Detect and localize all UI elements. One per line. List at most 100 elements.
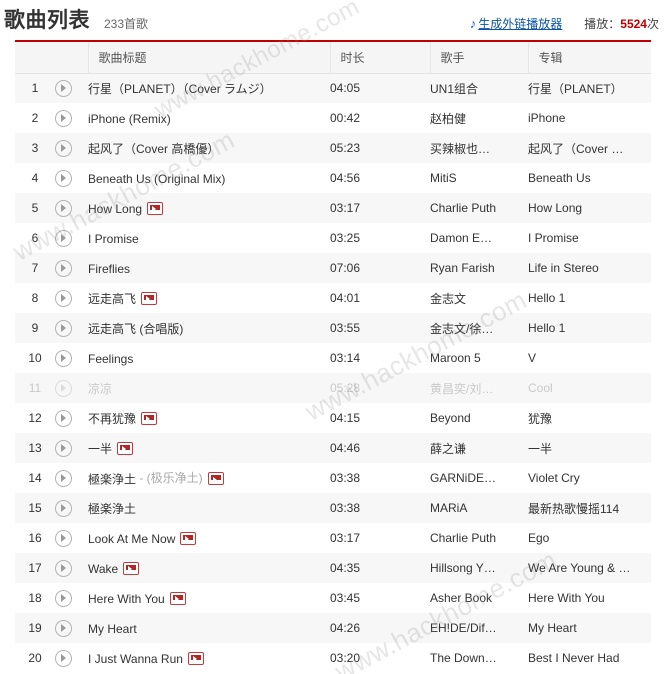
song-artist[interactable]: 薛之谦 [430, 433, 528, 463]
play-icon[interactable] [55, 229, 72, 247]
mv-icon[interactable] [180, 531, 197, 545]
table-row[interactable]: 10 Feelings 03:14 Maroon 5V [15, 343, 651, 373]
song-artist[interactable]: 黄昌奕/刘… [430, 373, 528, 403]
song-title[interactable]: Fireflies [88, 261, 130, 275]
song-album[interactable]: V [528, 343, 651, 373]
play-icon[interactable] [55, 499, 72, 517]
table-row[interactable]: 11 凉凉 05:28 黄昌奕/刘… Cool [15, 373, 651, 403]
song-album[interactable]: iPhone [528, 103, 651, 133]
song-album[interactable]: Best I Never Had [528, 643, 651, 673]
song-artist[interactable]: MARiA [430, 493, 528, 523]
mv-icon[interactable] [141, 291, 158, 305]
table-row[interactable]: 19 My Heart 04:26 EH!DE/Dif… My Heart [15, 613, 651, 643]
table-row[interactable]: 18 Here With You 03:45 Asher Book Here With … [15, 583, 651, 613]
play-icon[interactable] [55, 169, 72, 187]
song-album[interactable]: Life in Stereo [528, 253, 651, 283]
table-row[interactable]: 14 極楽浄土 - (极乐净土) 03:38 GARNiDE… Violet Cry [15, 463, 651, 493]
song-title[interactable]: 起风了（Cover 高橋優） [88, 142, 219, 156]
song-artist[interactable]: Ryan Farish [430, 253, 528, 283]
song-title[interactable]: 凉凉 [88, 382, 112, 396]
song-album[interactable]: 行星（PLANET） [528, 73, 651, 103]
song-artist[interactable]: 买辣椒也… [430, 133, 528, 163]
song-title[interactable]: 極楽浄土 [88, 502, 136, 516]
table-row[interactable]: 20 I Just Wanna Run 03:20 The Down… Best I N… [15, 643, 651, 673]
column-header-title[interactable]: 歌曲标题 [87, 40, 330, 74]
song-artist[interactable]: GARNiDE… [430, 463, 528, 493]
play-icon[interactable] [55, 349, 72, 367]
table-row[interactable]: 16 Look At Me Now 03:17 Charlie Puth Ego [15, 523, 651, 553]
song-artist[interactable]: EH!DE/Dif… [430, 613, 528, 643]
song-album[interactable]: We Are Young & … [528, 553, 651, 583]
play-icon[interactable] [55, 199, 72, 217]
play-icon[interactable] [55, 409, 72, 427]
mv-icon[interactable] [207, 472, 224, 486]
song-title[interactable]: iPhone (Remix) [88, 111, 171, 125]
song-artist[interactable]: Maroon 5 [430, 343, 528, 373]
song-artist[interactable]: Asher Book [430, 583, 528, 613]
play-icon[interactable] [55, 469, 72, 487]
play-icon[interactable] [55, 319, 72, 337]
table-row[interactable]: 12 不再犹豫 04:15 Beyond 犹豫 [15, 403, 651, 433]
column-header-album[interactable]: 专辑 [527, 40, 651, 74]
song-album[interactable]: 犹豫 [528, 403, 651, 433]
song-album[interactable]: My Heart [528, 613, 651, 643]
song-artist[interactable]: UN1组合 [430, 73, 528, 103]
table-row[interactable]: 15 極楽浄土 03:38 MARiA 最新热歌慢摇114 [15, 493, 651, 523]
table-row[interactable]: 17 Wake 04:35 Hillsong Y… We Are Young & … [15, 553, 651, 583]
table-row[interactable]: 13 一半 04:46 薛之谦 一半 [15, 433, 651, 463]
table-row[interactable]: 6I Promise 03:25 Damon E… I Promise [15, 223, 651, 253]
play-icon[interactable] [55, 589, 72, 607]
column-header-artist[interactable]: 歌手 [429, 40, 528, 74]
play-icon[interactable] [55, 439, 72, 457]
song-album[interactable]: 起风了（Cover … [528, 133, 651, 163]
play-icon[interactable] [55, 649, 72, 667]
song-title[interactable]: 行星（PLANET）（Cover ラムジ） [88, 82, 272, 96]
song-artist[interactable]: Charlie Puth [430, 193, 528, 223]
mv-icon[interactable] [123, 561, 140, 575]
song-title[interactable]: My Heart [88, 621, 137, 635]
song-title[interactable]: Look At Me Now [88, 531, 175, 545]
song-artist[interactable]: 金志文 [430, 283, 528, 313]
song-title[interactable]: 远走高飞 [88, 292, 136, 306]
song-title[interactable]: Feelings [88, 351, 133, 365]
song-artist[interactable]: Charlie Puth [430, 523, 528, 553]
column-header-duration[interactable]: 时长 [329, 40, 430, 74]
song-album[interactable]: Hello 1 [528, 283, 651, 313]
song-artist[interactable]: 赵柏健 [430, 103, 528, 133]
song-album[interactable]: Cool [528, 373, 651, 403]
song-title[interactable]: Here With You [88, 591, 165, 605]
song-artist[interactable]: The Down… [430, 643, 528, 673]
mv-icon[interactable] [117, 441, 134, 455]
play-icon[interactable] [55, 619, 72, 637]
song-title[interactable]: 不再犹豫 [88, 412, 136, 426]
table-row[interactable]: 4 Beneath Us (Original Mix) 04:56 MitiS Bene… [15, 163, 651, 193]
generate-external-player-link[interactable]: ♪ 生成外链播放器 [470, 15, 563, 32]
play-icon[interactable] [55, 109, 72, 127]
song-title[interactable]: 一半 [88, 442, 112, 456]
song-title[interactable]: 極楽浄土 [88, 472, 136, 486]
table-row[interactable]: 8 远走高飞 04:01 金志文 Hello 1 [15, 283, 651, 313]
song-title[interactable]: How Long [88, 201, 142, 215]
song-album[interactable]: Beneath Us [528, 163, 651, 193]
play-icon[interactable] [55, 79, 72, 97]
play-icon[interactable] [55, 529, 72, 547]
play-icon[interactable] [55, 259, 72, 277]
song-title[interactable]: Wake [88, 561, 118, 575]
song-artist[interactable]: Hillsong Y… [430, 553, 528, 583]
song-album[interactable]: Violet Cry [528, 463, 651, 493]
play-icon[interactable] [55, 139, 72, 157]
mv-icon[interactable] [187, 651, 204, 665]
table-row[interactable]: 9 远走高飞 (合唱版) 03:55 金志文/徐… Hello 1 [15, 313, 651, 343]
song-album[interactable]: Ego [528, 523, 651, 553]
mv-icon[interactable] [147, 201, 164, 215]
song-artist[interactable]: MitiS [430, 163, 528, 193]
song-artist[interactable]: Damon E… [430, 223, 528, 253]
song-title[interactable]: I Just Wanna Run [88, 651, 183, 665]
song-album[interactable]: I Promise [528, 223, 651, 253]
song-album[interactable]: Hello 1 [528, 313, 651, 343]
table-row[interactable]: 2 iPhone (Remix) 00:42 赵柏健 iPhone [15, 103, 651, 133]
mv-icon[interactable] [169, 591, 186, 605]
song-artist[interactable]: Beyond [430, 403, 528, 433]
song-album[interactable]: 最新热歌慢摇114 [528, 493, 651, 523]
song-album[interactable]: Here With You [528, 583, 651, 613]
